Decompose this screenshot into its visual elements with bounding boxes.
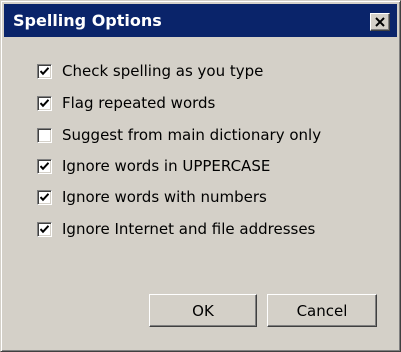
title-bar[interactable]: Spelling Options: [4, 4, 397, 37]
option-label: Suggest from main dictionary only: [62, 126, 322, 144]
checkbox[interactable]: [37, 189, 52, 205]
option-suggest-main-dictionary[interactable]: Suggest from main dictionary only: [37, 125, 321, 145]
dialog-title: Spelling Options: [13, 11, 162, 30]
close-x-icon: [375, 17, 385, 27]
checkbox[interactable]: [37, 221, 52, 237]
checkbox[interactable]: [37, 158, 52, 174]
checkmark-icon: [40, 98, 49, 107]
option-label: Ignore words with numbers: [62, 188, 267, 206]
option-flag-repeated[interactable]: Flag repeated words: [37, 93, 215, 113]
checkbox[interactable]: [37, 63, 52, 79]
checkbox[interactable]: [37, 95, 52, 111]
checkmark-icon: [40, 192, 49, 201]
option-label: Ignore words in UPPERCASE: [62, 157, 271, 175]
option-label: Ignore Internet and file addresses: [62, 220, 316, 238]
spelling-options-dialog: Spelling Options Check spelling as you t…: [0, 0, 401, 352]
checkmark-icon: [40, 224, 49, 233]
checkmark-icon: [40, 66, 49, 75]
checkbox[interactable]: [37, 127, 52, 143]
option-ignore-uppercase[interactable]: Ignore words in UPPERCASE: [37, 156, 270, 176]
cancel-button[interactable]: Cancel: [267, 294, 377, 327]
ok-button[interactable]: OK: [149, 294, 257, 327]
option-ignore-numbers[interactable]: Ignore words with numbers: [37, 187, 267, 207]
option-check-spelling[interactable]: Check spelling as you type: [37, 61, 263, 81]
option-label: Check spelling as you type: [62, 62, 264, 80]
option-label: Flag repeated words: [62, 94, 216, 112]
checkmark-icon: [40, 161, 49, 170]
close-button[interactable]: [370, 13, 390, 31]
option-ignore-internet-addresses[interactable]: Ignore Internet and file addresses: [37, 219, 315, 239]
